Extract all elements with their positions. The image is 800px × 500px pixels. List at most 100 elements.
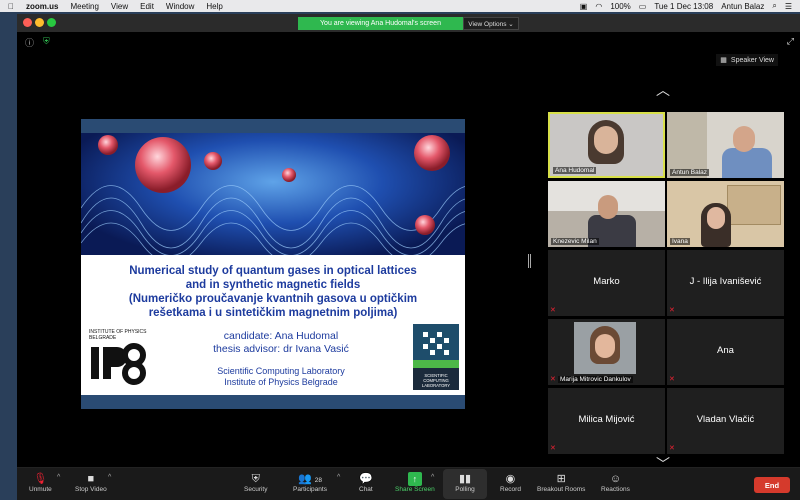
record-button[interactable]: ◉ Record bbox=[500, 472, 521, 493]
participant-name: Milica Mijović bbox=[578, 414, 635, 425]
stop-video-button[interactable]: ■ Stop Video bbox=[75, 472, 107, 493]
participant-video bbox=[722, 148, 772, 178]
bar-chart-icon: ▮▮ bbox=[458, 473, 472, 485]
apple-icon[interactable]:  bbox=[8, 2, 14, 11]
ipb-logo-mark bbox=[91, 343, 146, 385]
minimize-window-button[interactable] bbox=[35, 18, 44, 27]
zoom-status-icon[interactable]: ▣ bbox=[580, 2, 588, 11]
wifi-icon[interactable]: ◠ bbox=[595, 2, 602, 11]
slide-title: Numerical study of quantum gases in opti… bbox=[81, 264, 465, 320]
video-options-caret[interactable]: ^ bbox=[108, 474, 111, 481]
participant-bookshelf bbox=[727, 185, 781, 225]
clock[interactable]: Tue 1 Dec 13:08 bbox=[654, 2, 713, 11]
info-icon[interactable]: ⓘ bbox=[25, 36, 34, 49]
slide-header-image bbox=[81, 133, 465, 255]
chat-button[interactable]: 💬 Chat bbox=[359, 472, 373, 493]
slide-title-line: rešetkama i u sintetičkim magnetnim polj… bbox=[148, 307, 398, 319]
security-button[interactable]: ⛨ Security bbox=[244, 472, 267, 493]
scl-logo-text: SCIENTIFIC COMPUTING LABORATORY bbox=[421, 373, 451, 388]
stop-video-label: Stop Video bbox=[75, 486, 107, 493]
participant-name: Knezevic Milan bbox=[551, 238, 599, 245]
participant-tile[interactable]: Knezevic Milan bbox=[548, 181, 665, 247]
breakout-rooms-button[interactable]: ⊞ Breakout Rooms bbox=[537, 472, 585, 493]
end-meeting-button[interactable]: End bbox=[754, 477, 790, 493]
scl-logo-mark bbox=[413, 324, 459, 368]
participant-name: Ana bbox=[717, 345, 734, 356]
video-camera-icon: ■ bbox=[87, 473, 95, 485]
participant-name: J - Ilija Ivanišević bbox=[689, 276, 762, 287]
share-screen-label: Share Screen bbox=[395, 486, 435, 493]
meeting-content: ⓘ ⛨ ▦ Speaker View ⤢ Numerical study of … bbox=[17, 32, 800, 472]
menu-icon[interactable]: ☰ bbox=[785, 2, 792, 11]
share-options-caret[interactable]: ^ bbox=[431, 474, 434, 481]
slide-candidate: candidate: Ana Hudomal bbox=[223, 330, 339, 342]
participants-options-caret[interactable]: ^ bbox=[337, 474, 340, 481]
participant-tile[interactable]: ✕ Marija Mitrovic Dankulov bbox=[548, 319, 665, 385]
participant-tile[interactable]: Ana Hudomal bbox=[548, 112, 665, 178]
participant-tile[interactable]: Milica Mijović ✕ bbox=[548, 388, 665, 454]
split-drag-handle[interactable] bbox=[528, 254, 531, 268]
menu-help[interactable]: Help bbox=[206, 2, 222, 11]
share-arrow-icon: ↑ bbox=[407, 472, 422, 486]
fullscreen-icon[interactable]: ⤢ bbox=[787, 36, 794, 47]
title-bar: You are viewing Ana Hudomal's screen Vie… bbox=[17, 14, 800, 32]
participant-tile[interactable]: J - Ilija Ivanišević ✕ bbox=[667, 250, 784, 316]
battery-percent[interactable]: 100% bbox=[610, 2, 630, 11]
chat-label: Chat bbox=[359, 486, 373, 493]
view-options-button[interactable]: View Options ⌄ bbox=[463, 17, 519, 30]
speaker-view-button[interactable]: ▦ Speaker View bbox=[716, 54, 778, 66]
muted-mic-icon: ✕ bbox=[669, 307, 675, 314]
participant-photo bbox=[574, 322, 636, 374]
participants-label: Participants bbox=[293, 486, 327, 493]
menu-view[interactable]: View bbox=[111, 2, 128, 11]
participant-tile[interactable]: Antun Balaz bbox=[667, 112, 784, 178]
ipb-logo-text: INSTITUTE OF PHYSICS BELGRADE bbox=[89, 329, 147, 341]
participant-name: Ana Hudomal bbox=[553, 167, 597, 174]
user-name[interactable]: Antun Balaz bbox=[721, 2, 764, 11]
participant-face bbox=[707, 207, 725, 229]
macos-menubar:  zoom.us Meeting View Edit Window Help … bbox=[0, 0, 800, 12]
participant-face bbox=[594, 126, 618, 154]
participant-name: Marko bbox=[593, 276, 620, 287]
reactions-label: Reactions bbox=[601, 486, 630, 493]
slide-candidate-block: candidate: Ana Hudomal thesis advisor: d… bbox=[181, 330, 381, 356]
slide-lab-block: Scientific Computing Laboratory Institut… bbox=[181, 366, 381, 388]
slide-advisor: thesis advisor: dr Ivana Vasić bbox=[213, 343, 349, 355]
audio-options-caret[interactable]: ^ bbox=[57, 474, 60, 481]
zoom-window-button[interactable] bbox=[47, 18, 56, 27]
participant-tile[interactable]: Vladan Vlačić ✕ bbox=[667, 388, 784, 454]
unmute-button[interactable]: 🎙 Unmute bbox=[29, 472, 52, 493]
muted-mic-icon: ✕ bbox=[550, 445, 556, 452]
participant-face bbox=[598, 195, 618, 219]
record-icon: ◉ bbox=[505, 473, 516, 485]
muted-mic-icon: 🎙 bbox=[33, 473, 48, 485]
slide-lab-name: Scientific Computing Laboratory bbox=[217, 366, 345, 376]
chevron-up-icon[interactable]: ︿ bbox=[656, 80, 670, 100]
participant-tile[interactable]: Marko ✕ bbox=[548, 250, 665, 316]
share-screen-button[interactable]: ↑ Share Screen bbox=[395, 472, 435, 493]
muted-mic-icon: ✕ bbox=[550, 376, 556, 383]
participant-tile[interactable]: Ivana bbox=[667, 181, 784, 247]
reactions-button[interactable]: ☺ Reactions bbox=[601, 472, 630, 493]
menu-edit[interactable]: Edit bbox=[140, 2, 154, 11]
meeting-toolbar: 🎙 Unmute ^ ■ Stop Video ^ ⛨ Security 👥 2… bbox=[17, 467, 800, 500]
participant-tile[interactable]: Ana ✕ bbox=[667, 319, 784, 385]
encryption-shield-icon[interactable]: ⛨ bbox=[43, 36, 50, 47]
muted-mic-icon: ✕ bbox=[669, 376, 675, 383]
menu-app-name[interactable]: zoom.us bbox=[26, 2, 58, 11]
unmute-label: Unmute bbox=[29, 486, 52, 493]
scl-logo: SCIENTIFIC COMPUTING LABORATORY bbox=[413, 324, 459, 390]
participant-face bbox=[733, 126, 755, 152]
ipb-logo: INSTITUTE OF PHYSICS BELGRADE bbox=[89, 329, 149, 387]
participants-button[interactable]: 👥 28 Participants bbox=[293, 472, 327, 493]
participants-icon: 👥 28 bbox=[297, 473, 322, 485]
breakout-rooms-label: Breakout Rooms bbox=[537, 486, 586, 493]
record-label: Record bbox=[500, 486, 521, 493]
search-icon[interactable]: ⌕ bbox=[772, 1, 776, 11]
menu-meeting[interactable]: Meeting bbox=[70, 2, 98, 11]
menu-window[interactable]: Window bbox=[166, 2, 194, 11]
slide-title-line: Numerical study of quantum gases in opti… bbox=[129, 265, 417, 277]
close-window-button[interactable] bbox=[23, 18, 32, 27]
polling-button[interactable]: ▮▮ Polling bbox=[443, 469, 487, 499]
chat-bubble-icon: 💬 bbox=[359, 473, 373, 485]
